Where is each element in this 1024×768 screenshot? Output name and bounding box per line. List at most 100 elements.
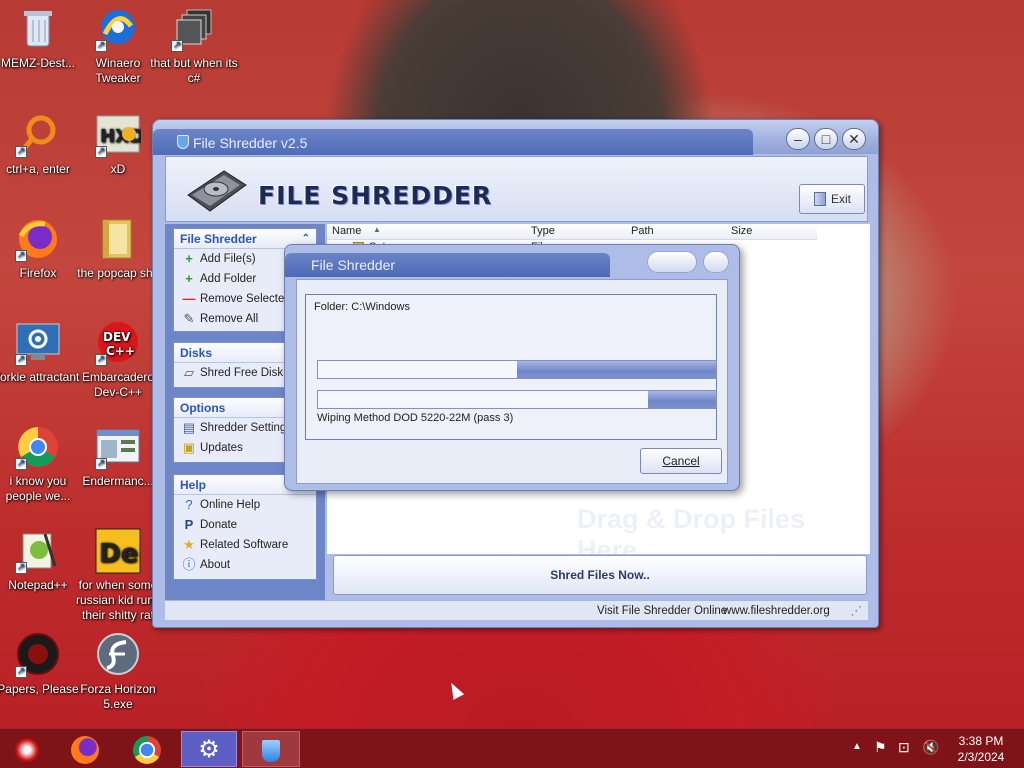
folder-progress-bar xyxy=(317,360,717,379)
minimize-button[interactable]: – xyxy=(786,128,810,150)
volume-muted-icon[interactable]: 🔇 xyxy=(922,739,939,756)
plus-icon: + xyxy=(185,251,193,266)
header-banner: FILE SHREDDER Exit xyxy=(165,156,868,222)
desktop-icon-devcpp[interactable]: DEV C++ ↗ Embarcadero Dev-C++ xyxy=(72,320,164,400)
flash-icon xyxy=(95,632,141,678)
sort-arrow-icon: ▲ xyxy=(373,225,381,234)
mouse-cursor-icon xyxy=(445,680,465,700)
network-icon[interactable]: ⊡ xyxy=(898,739,910,756)
shred-files-button[interactable]: Shred Files Now.. xyxy=(333,555,867,595)
shortcut-arrow-icon: ↗ xyxy=(95,458,107,470)
wiping-method-label: Wiping Method DOD 5220-22M (pass 3) xyxy=(317,412,514,424)
hxd-icon: HXD ↗ xyxy=(95,112,144,158)
clock-time: 3:38 PM xyxy=(958,734,1004,748)
desktop-icon-xd[interactable]: HXD ↗ xD xyxy=(72,112,164,177)
shortcut-arrow-icon: ↗ xyxy=(15,146,27,158)
desktop-icon-forza[interactable]: Forza Horizon 5.exe xyxy=(72,632,164,712)
shortcut-arrow-icon: ↗ xyxy=(15,250,27,262)
visit-online-link[interactable]: Visit File Shredder Online xyxy=(597,601,727,621)
folder-icon xyxy=(95,216,141,262)
website-link[interactable]: www.fileshredder.org xyxy=(723,601,830,621)
start-button[interactable] xyxy=(0,731,54,767)
winaero-icon: ↗ xyxy=(95,6,141,52)
about-item[interactable]: ⓘ About xyxy=(174,555,316,575)
firefox-icon xyxy=(71,735,99,764)
clock[interactable]: 3:38 PM 2/3/2024 xyxy=(948,733,1014,765)
de-icon: De xyxy=(95,528,141,574)
pass-progress-bar xyxy=(317,390,717,409)
taskbar-file-shredder[interactable] xyxy=(242,731,300,767)
close-icon: ✕ xyxy=(848,131,860,147)
column-name[interactable]: Name xyxy=(332,225,361,237)
shred-progress-dialog: File Shredder Folder: C:\Windows Wiping … xyxy=(284,244,740,491)
info-icon: ⓘ xyxy=(182,557,196,572)
desktop-icon-russian-kid[interactable]: De for when some russian kid runs their … xyxy=(72,528,164,623)
desktop-icon-that-but[interactable]: ↗ that but when its c# xyxy=(148,6,240,86)
column-type[interactable]: Type xyxy=(531,225,555,237)
header-title: FILE SHREDDER xyxy=(258,181,493,210)
svg-text:C++: C++ xyxy=(106,344,135,358)
shortcut-arrow-icon: ↗ xyxy=(15,458,27,470)
notepadpp-icon: ↗ xyxy=(15,528,61,574)
shortcut-arrow-icon: ↗ xyxy=(95,40,107,52)
shortcut-arrow-icon: ↗ xyxy=(15,666,27,678)
minus-icon: — xyxy=(182,291,196,306)
progress-group: Folder: C:\Windows Wiping Method DOD 522… xyxy=(305,294,717,440)
donate-item[interactable]: P Donate xyxy=(174,515,316,535)
dialog-title: File Shredder xyxy=(311,257,396,273)
monitor-gear-icon: ↗ xyxy=(15,320,61,366)
close-button[interactable]: ✕ xyxy=(842,128,866,150)
exit-button[interactable]: Exit xyxy=(799,184,865,214)
resize-grip-icon[interactable]: ⋰ xyxy=(851,601,863,621)
recycle-bin-icon xyxy=(15,6,61,52)
maximize-button[interactable]: □ xyxy=(814,128,838,150)
show-hidden-icons-icon[interactable]: ▲ xyxy=(852,741,862,752)
folder-progress-fill xyxy=(517,361,716,378)
plus-icon: + xyxy=(185,271,193,286)
stacked-windows-icon: ↗ xyxy=(171,6,217,52)
svg-text:DEV: DEV xyxy=(103,330,131,344)
settings-icon: ⚙ xyxy=(198,736,220,763)
orange-circle-icon: ↗ xyxy=(15,112,61,158)
start-icon xyxy=(15,737,39,762)
eraser-icon: ✎ xyxy=(183,311,195,326)
paypal-icon: P xyxy=(184,517,194,532)
desktop-icon-endermanch[interactable]: ↗ Endermanc... xyxy=(72,424,164,489)
shortcut-arrow-icon: ↗ xyxy=(95,354,107,366)
pass-progress-fill xyxy=(648,391,716,408)
svg-text:De: De xyxy=(99,539,138,569)
window-title: File Shredder v2.5 xyxy=(193,135,308,151)
app-shield-icon xyxy=(177,135,189,149)
related-software-item[interactable]: ★ Related Software xyxy=(174,535,316,555)
dialog-body: Folder: C:\Windows Wiping Method DOD 522… xyxy=(296,279,728,484)
folder-label: Folder: C:\Windows xyxy=(314,301,410,313)
desktop-icon-popcap[interactable]: the popcap shit xyxy=(72,216,164,281)
drag-drop-hint: Drag & Drop Files Here xyxy=(577,504,806,554)
online-help-item[interactable]: ? Online Help xyxy=(174,495,316,515)
cancel-button[interactable]: Cancel xyxy=(640,448,722,474)
chrome-icon xyxy=(133,735,161,764)
status-bar: Visit File Shredder Online www.fileshred… xyxy=(165,600,868,620)
shortcut-arrow-icon: ↗ xyxy=(95,146,107,158)
updates-icon: ▣ xyxy=(182,440,196,455)
settings-icon: ▤ xyxy=(182,420,196,435)
shortcut-arrow-icon: ↗ xyxy=(15,354,27,366)
hard-drive-icon xyxy=(187,170,247,212)
taskbar-chrome[interactable] xyxy=(120,731,174,767)
window-app-icon: ↗ xyxy=(95,424,141,470)
shortcut-arrow-icon: ↗ xyxy=(15,562,27,574)
column-path[interactable]: Path xyxy=(631,225,654,237)
exit-door-icon xyxy=(814,192,826,206)
disk-icon: ▱ xyxy=(184,365,194,380)
taskbar-settings[interactable]: ⚙ xyxy=(181,731,237,767)
firefox-icon: ↗ xyxy=(15,216,61,262)
papers-please-icon: ↗ xyxy=(15,632,61,678)
dialog-caption-button-left[interactable] xyxy=(647,251,697,273)
column-size[interactable]: Size xyxy=(731,225,752,237)
dialog-caption-button-right[interactable] xyxy=(703,251,729,273)
file-shredder-icon xyxy=(262,739,280,762)
taskbar-firefox[interactable] xyxy=(58,731,112,767)
flag-icon[interactable]: ⚑ xyxy=(874,739,887,756)
clock-date: 2/3/2024 xyxy=(957,750,1005,764)
taskbar: ⚙ ▲ ⚑ ⊡ 🔇 3:38 PM 2/3/2024 xyxy=(0,728,1024,768)
